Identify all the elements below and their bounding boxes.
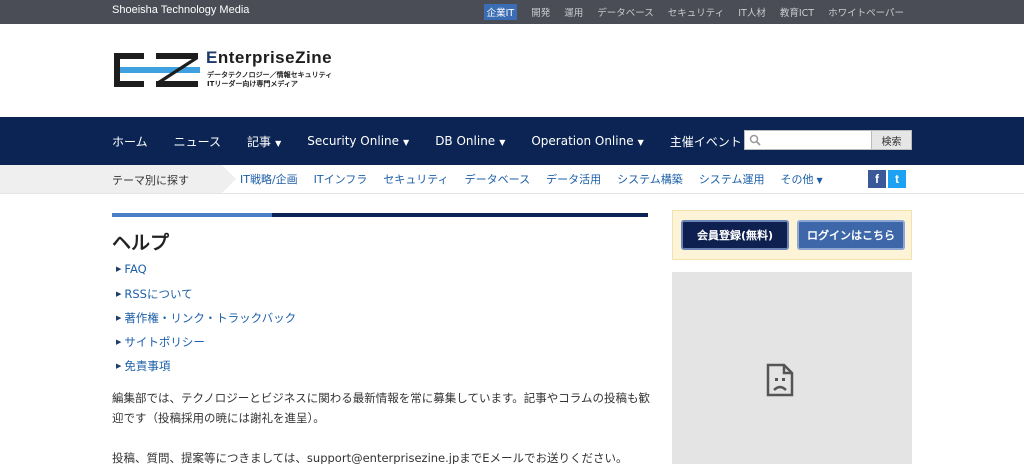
site-header: EnterpriseZine データテクノロジー／情報セキュリティ ITリーダー… [0,24,1024,117]
search-box [744,130,872,153]
arrow-right-icon: ▶ [116,265,122,273]
page-title: ヘルプ [112,232,170,254]
register-button[interactable]: 会員登録(無料) [681,220,789,250]
nav-events[interactable]: 主催イベント [670,133,742,150]
caret-down-icon: ▼ [403,138,410,147]
login-button[interactable]: ログインはこちら [797,220,905,250]
theme-link-it-strategy[interactable]: IT戦略/企画 [240,171,298,187]
contribution-paragraph: 編集部では、テクノロジーとビジネスに関わる最新情報を常に募集しています。記事やコ… [112,391,650,425]
title-accent-bar [112,213,272,217]
caret-down-icon: ▼ [499,138,506,147]
facebook-icon[interactable]: f [868,170,886,188]
network-site-list: 企業IT 開発 運用 データベース セキュリティ IT人材 教育ICT ホワイト… [470,0,904,24]
theme-link-data-use[interactable]: データ活用 [546,171,601,187]
theme-bar: テーマ別に探す IT戦略/企画 ITインフラ セキュリティ データベース データ… [0,165,1024,194]
main-nav: ホーム ニュース 記事 ▼ Security Online ▼ DB Online ▼… [0,117,1024,165]
contact-paragraph: 投稿、質問、提案等につきましては、support@enterprisezine.… [112,451,628,464]
network-site-database[interactable]: データベース [597,5,654,19]
title-rule [272,213,648,217]
theme-link-list: IT戦略/企画 ITインフラ セキュリティ データベース データ活用 システム構… [240,165,839,193]
network-site-security[interactable]: セキュリティ [668,5,724,19]
network-site-dev[interactable]: 開発 [531,5,550,19]
ad-placeholder [672,272,912,464]
nav-articles[interactable]: 記事 ▼ [247,133,281,150]
caret-down-icon: ▼ [816,176,823,185]
social-links: f t [868,170,908,188]
help-link-disclaimer[interactable]: ▶ 免責事項 [116,358,296,382]
nav-operation-online[interactable]: Operation Online ▼ [531,134,643,148]
broken-image-icon [766,363,794,397]
network-site-it-talent[interactable]: IT人材 [738,5,766,19]
help-link-site-policy[interactable]: ▶ サイトポリシー [116,334,296,358]
theme-link-security[interactable]: セキュリティ [383,171,448,187]
search-form: 検索 [744,130,912,153]
network-brand[interactable]: Shoeisha Technology Media [112,4,249,16]
theme-link-system-ops[interactable]: システム運用 [699,171,765,187]
network-site-ops[interactable]: 運用 [564,5,583,19]
theme-link-system-build[interactable]: システム構築 [617,171,683,187]
arrow-right-icon: ▶ [116,362,122,370]
network-site-enterprise[interactable]: 企業IT [483,4,518,20]
help-link-faq[interactable]: ▶ FAQ [116,262,296,286]
nav-home[interactable]: ホーム [112,133,148,150]
twitter-icon[interactable]: t [888,170,906,188]
search-icon [749,134,761,146]
help-link-rss[interactable]: ▶ RSSについて [116,286,296,310]
help-link-copyright[interactable]: ▶ 著作権・リンク・トラックバック [116,310,296,334]
site-logo[interactable]: EnterpriseZine データテクノロジー／情報セキュリティ ITリーダー… [112,48,332,92]
help-link-list: ▶ FAQ ▶ RSSについて ▶ 著作権・リンク・トラックバック ▶ サイトポリシー … [116,262,296,382]
caret-down-icon: ▼ [275,138,282,148]
logo-tagline-2: ITリーダー向け専門メディア [207,80,298,88]
theme-link-database[interactable]: データベース [465,171,530,187]
network-site-edu-ict[interactable]: 教育ICT [780,5,814,19]
theme-link-it-infra[interactable]: ITインフラ [314,171,368,187]
theme-label: テーマ別に探す [112,174,189,187]
arrow-right-icon: ▶ [116,338,122,346]
search-button[interactable]: 検索 [872,130,912,150]
nav-security-online[interactable]: Security Online ▼ [307,134,409,148]
member-box: 会員登録(無料) ログインはこちら [672,210,912,260]
network-site-whitepaper[interactable]: ホワイトペーパー [828,5,904,19]
search-input[interactable] [745,134,871,153]
arrow-right-icon: ▶ [116,314,122,322]
arrow-right-icon: ▶ [116,290,122,298]
ez-logo-mark-icon [114,53,200,87]
nav-news[interactable]: ニュース [174,133,221,150]
theme-link-other[interactable]: その他 ▼ [780,171,822,187]
theme-label-box: テーマ別に探す [0,165,236,193]
network-topbar: Shoeisha Technology Media 企業IT 開発 運用 データ… [0,0,1024,24]
caret-down-icon: ▼ [637,138,644,147]
logo-title: EnterpriseZine [206,48,333,67]
nav-db-online[interactable]: DB Online ▼ [435,134,505,148]
